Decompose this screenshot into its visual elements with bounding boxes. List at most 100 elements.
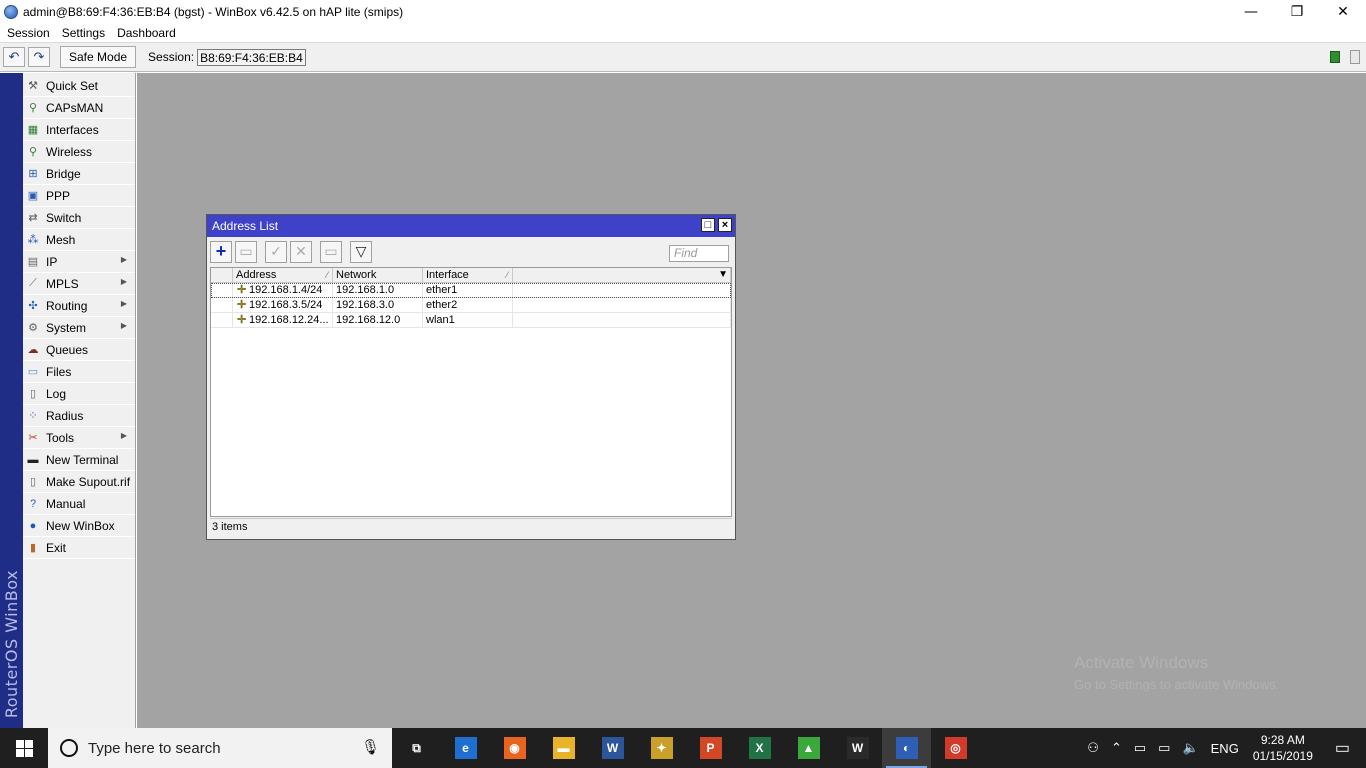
app-icon[interactable]: ✦	[637, 728, 686, 768]
window-title: admin@B8:69:F4:36:EB:B4 (bgst) - WinBox …	[23, 5, 404, 19]
filter-icon[interactable]: ▽	[350, 240, 372, 263]
sidebar-item-exit[interactable]: ▮ Exit	[23, 537, 135, 559]
window-controls: — ❐ ✕	[1228, 0, 1366, 24]
table-row[interactable]: ✛ 192.168.3.5/24 192.168.3.0 ether2	[211, 298, 731, 313]
supout-icon: ▯	[29, 476, 37, 488]
menu-settings[interactable]: Settings	[56, 26, 111, 40]
cell-empty	[513, 313, 731, 327]
menu-session[interactable]: Session	[1, 26, 56, 40]
sidebar-item-new-winbox[interactable]: ● New WinBox	[23, 515, 135, 537]
clock[interactable]: 9:28 AM 01/15/2019	[1253, 732, 1313, 764]
header-marker	[211, 268, 233, 282]
sidebar-item-new-terminal[interactable]: ▬ New Terminal	[23, 449, 135, 471]
close-button[interactable]: ✕	[1320, 0, 1366, 24]
taskbar-apps: ⧉ e ◉ ▬ W ✦ P X ▲ W ◐ ◎	[392, 728, 980, 768]
chevron-up-icon[interactable]: ⌃	[1111, 740, 1122, 756]
remove-icon[interactable]: ▭	[235, 240, 257, 263]
header-column-menu[interactable]: ▼	[513, 268, 731, 282]
enable-icon[interactable]: ✓	[265, 240, 287, 263]
window-maximize-icon[interactable]: □	[701, 218, 715, 232]
sidebar-item-queues[interactable]: ☁ Queues	[23, 339, 135, 361]
disable-icon[interactable]: ✕	[290, 240, 312, 263]
submenu-arrow-icon: ▶	[120, 255, 127, 264]
sidebar-item-label: IP	[46, 254, 58, 269]
minimize-button[interactable]: —	[1228, 0, 1274, 24]
winbox-taskbar-icon[interactable]: W	[833, 728, 882, 768]
sidebar-item-label: Exit	[46, 540, 67, 555]
row-marker	[211, 313, 233, 327]
redo-button[interactable]: ↷	[28, 47, 50, 67]
microphone-icon[interactable]: 🎙	[361, 738, 380, 756]
app-glyph: W	[601, 737, 624, 759]
toolbar-scroll[interactable]	[1350, 50, 1360, 64]
winbox-active-icon[interactable]: ◐	[882, 728, 931, 768]
add-icon[interactable]: +	[210, 240, 232, 263]
edge-icon[interactable]: e	[441, 728, 490, 768]
sidebar-item-log[interactable]: ▯ Log	[23, 383, 135, 405]
sidebar-item-interfaces[interactable]: ▦ Interfaces	[23, 119, 135, 141]
window-close-icon[interactable]: ×	[718, 218, 732, 232]
powerpoint-icon[interactable]: P	[686, 728, 735, 768]
battery-icon[interactable]: ▭	[1158, 740, 1170, 756]
task-view-icon[interactable]: ⧉	[392, 728, 441, 768]
sidebar-item-bridge[interactable]: ⊞ Bridge	[23, 163, 135, 185]
notifications-icon[interactable]: ▭	[1335, 738, 1350, 758]
word-icon[interactable]: W	[588, 728, 637, 768]
sidebar-item-wireless[interactable]: ⚲ Wireless	[23, 141, 135, 163]
cell-empty	[513, 298, 731, 312]
menu-dashboard[interactable]: Dashboard	[111, 26, 182, 40]
sidebar-item-make-supout-rif[interactable]: ▯ Make Supout.rif	[23, 471, 135, 493]
find-input[interactable]: Find	[669, 245, 729, 262]
safe-mode-button[interactable]: Safe Mode	[60, 46, 137, 68]
tools-icon: ✂	[28, 432, 38, 444]
app-glyph: ✦	[650, 737, 673, 759]
taskbar-search[interactable]: Type here to search 🎙	[48, 728, 392, 768]
sidebar-item-quick-set[interactable]: ⚒ Quick Set	[23, 75, 135, 97]
sidebar-item-tools[interactable]: ✂ Tools ▶	[23, 427, 135, 449]
file-explorer-icon[interactable]: ▬	[539, 728, 588, 768]
terminal-icon: ▬	[27, 453, 39, 466]
files-icon: ▭	[27, 366, 39, 378]
sidebar-item-routing[interactable]: ✣ Routing ▶	[23, 295, 135, 317]
header-network[interactable]: Network	[333, 268, 423, 282]
sidebar-item-capsman[interactable]: ⚲ CAPsMAN	[23, 97, 135, 119]
sidebar-item-label: Log	[46, 386, 67, 401]
sidebar-item-ip[interactable]: ▤ IP ▶	[23, 251, 135, 273]
app-glyph: W	[846, 737, 869, 759]
comment-icon[interactable]: ▭	[320, 240, 342, 263]
address-text: 192.168.3.5/24	[249, 299, 323, 311]
volume-icon[interactable]: 🔈	[1182, 740, 1198, 756]
sidebar-item-manual[interactable]: ? Manual	[23, 493, 135, 515]
sidebar-item-radius[interactable]: ⁘ Radius	[23, 405, 135, 427]
table-row[interactable]: ✛ 192.168.1.4/24 192.168.1.0 ether1	[211, 283, 731, 298]
language-indicator[interactable]: ENG	[1211, 741, 1239, 756]
interfaces-icon: ▦	[27, 124, 39, 136]
sidebar-item-switch[interactable]: ⇄ Switch	[23, 207, 135, 229]
sidebar-item-system[interactable]: ⚙ System ▶	[23, 317, 135, 339]
ppp-icon: ▣	[27, 190, 39, 202]
sidebar-item-label: Tools	[46, 430, 75, 445]
green-app-icon[interactable]: ▲	[784, 728, 833, 768]
submenu-arrow-icon: ▶	[120, 321, 127, 330]
maximize-button[interactable]: ❐	[1274, 0, 1320, 24]
sidebar-item-files[interactable]: ▭ Files	[23, 361, 135, 383]
address-list-titlebar[interactable]: Address List □ ×	[207, 215, 735, 237]
header-address[interactable]: Address ⁄	[233, 268, 333, 282]
app-glyph: X	[748, 737, 771, 759]
table-row[interactable]: ✛ 192.168.12.24... 192.168.12.0 wlan1	[211, 313, 731, 328]
excel-icon[interactable]: X	[735, 728, 784, 768]
wireless-icon: ⚲	[28, 146, 38, 158]
chrome-icon[interactable]: ◎	[931, 728, 980, 768]
header-interface[interactable]: Interface ⁄	[423, 268, 513, 282]
sidebar-item-ppp[interactable]: ▣ PPP	[23, 185, 135, 207]
sidebar-item-mesh[interactable]: ⁂ Mesh	[23, 229, 135, 251]
undo-button[interactable]: ↶	[3, 47, 25, 67]
start-button[interactable]	[0, 728, 48, 768]
people-icon[interactable]: ⚇	[1087, 740, 1099, 756]
network-icon[interactable]: ▭	[1134, 740, 1146, 756]
cell-empty	[513, 283, 731, 297]
lock-icon	[1330, 51, 1340, 63]
sidebar-item-label: Wireless	[46, 144, 93, 159]
firefox-icon[interactable]: ◉	[490, 728, 539, 768]
sidebar-item-mpls[interactable]: ⟋ MPLS ▶	[23, 273, 135, 295]
